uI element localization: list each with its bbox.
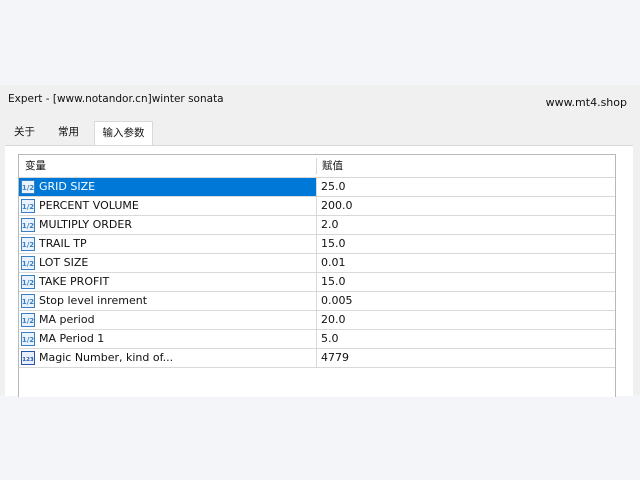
tab-inputs[interactable]: 输入参数 xyxy=(94,121,153,145)
parameter-value-cell[interactable]: 200.0 xyxy=(316,197,615,215)
watermark-text: www.mt4.shop xyxy=(545,96,627,109)
svg-text:1/2: 1/2 xyxy=(22,298,34,306)
double-type-icon: 1/2 xyxy=(21,256,35,270)
parameter-value-cell[interactable]: 4779 xyxy=(316,349,615,367)
parameter-name-cell[interactable]: 1/2 Stop level inrement xyxy=(19,292,316,310)
table-row[interactable]: 1/2 LOT SIZE 0.01 xyxy=(19,254,615,273)
parameter-value-cell[interactable]: 15.0 xyxy=(316,273,615,291)
parameter-value-cell[interactable]: 5.0 xyxy=(316,330,615,348)
table-row[interactable]: 1/2 PERCENT VOLUME 200.0 xyxy=(19,197,615,216)
column-header-variable[interactable]: 变量 xyxy=(25,155,46,177)
svg-text:1/2: 1/2 xyxy=(22,336,34,344)
column-header-value[interactable]: 赋值 xyxy=(322,155,343,177)
table-body: 1/2 GRID SIZE 25.0 1/2 PERCENT VOLUME 200.0 1/… xyxy=(19,178,615,368)
parameter-name-cell[interactable]: 123 Magic Number, kind of... xyxy=(19,349,316,367)
svg-text:1/2: 1/2 xyxy=(22,260,34,268)
inputs-panel: 变量 赋值 1/2 GRID SIZE 25.0 1/2 PERCENT VOLUME 2… xyxy=(5,145,633,397)
parameter-name-cell[interactable]: 1/2 GRID SIZE xyxy=(19,178,316,196)
tab-common[interactable]: 常用 xyxy=(51,121,86,144)
parameters-table: 变量 赋值 1/2 GRID SIZE 25.0 1/2 PERCENT VOLUME 2… xyxy=(18,154,616,397)
parameter-name-cell[interactable]: 1/2 MA Period 1 xyxy=(19,330,316,348)
double-type-icon: 1/2 xyxy=(21,199,35,213)
parameter-name: GRID SIZE xyxy=(39,180,96,193)
double-type-icon: 1/2 xyxy=(21,180,35,194)
parameter-value-cell[interactable]: 0.005 xyxy=(316,292,615,310)
parameter-name-cell[interactable]: 1/2 TAKE PROFIT xyxy=(19,273,316,291)
table-row[interactable]: 1/2 GRID SIZE 25.0 xyxy=(19,178,615,197)
parameter-name: Magic Number, kind of... xyxy=(39,351,174,364)
svg-text:1/2: 1/2 xyxy=(22,203,34,211)
parameter-name-cell[interactable]: 1/2 MULTIPLY ORDER xyxy=(19,216,316,234)
title-bar: Expert - [www.notandor.cn]winter sonata … xyxy=(0,85,640,119)
svg-text:1/2: 1/2 xyxy=(22,222,34,230)
parameter-name: LOT SIZE xyxy=(39,256,89,269)
svg-text:123: 123 xyxy=(22,357,34,363)
table-row[interactable]: 1/2 TAKE PROFIT 15.0 xyxy=(19,273,615,292)
double-type-icon: 1/2 xyxy=(21,294,35,308)
double-type-icon: 1/2 xyxy=(21,218,35,232)
double-type-icon: 1/2 xyxy=(21,275,35,289)
parameter-name-cell[interactable]: 1/2 MA period xyxy=(19,311,316,329)
column-divider[interactable] xyxy=(316,158,317,174)
window-title: Expert - [www.notandor.cn]winter sonata xyxy=(8,93,224,105)
parameter-name: MA Period 1 xyxy=(39,332,105,345)
parameter-name: MA period xyxy=(39,313,95,326)
table-row[interactable]: 1/2 TRAIL TP 15.0 xyxy=(19,235,615,254)
svg-text:1/2: 1/2 xyxy=(22,184,34,192)
table-row[interactable]: 123 Magic Number, kind of... 4779 xyxy=(19,349,615,368)
parameter-name: TRAIL TP xyxy=(39,237,87,250)
integer-type-icon: 123 xyxy=(21,351,35,365)
parameter-name: TAKE PROFIT xyxy=(39,275,110,288)
svg-text:1/2: 1/2 xyxy=(22,241,34,249)
parameter-value-cell[interactable]: 15.0 xyxy=(316,235,615,253)
parameter-name-cell[interactable]: 1/2 TRAIL TP xyxy=(19,235,316,253)
parameter-name: MULTIPLY ORDER xyxy=(39,218,133,231)
parameter-name: PERCENT VOLUME xyxy=(39,199,139,212)
svg-text:1/2: 1/2 xyxy=(22,279,34,287)
table-row[interactable]: 1/2 MA Period 1 5.0 xyxy=(19,330,615,349)
table-row[interactable]: 1/2 Stop level inrement 0.005 xyxy=(19,292,615,311)
parameter-name-cell[interactable]: 1/2 LOT SIZE xyxy=(19,254,316,272)
table-header: 变量 赋值 xyxy=(19,155,615,178)
double-type-icon: 1/2 xyxy=(21,237,35,251)
parameter-value-cell[interactable]: 25.0 xyxy=(316,178,615,196)
tab-about[interactable]: 关于 xyxy=(7,121,42,144)
svg-text:1/2: 1/2 xyxy=(22,317,34,325)
parameter-value-cell[interactable]: 20.0 xyxy=(316,311,615,329)
table-row[interactable]: 1/2 MULTIPLY ORDER 2.0 xyxy=(19,216,615,235)
expert-properties-window: Expert - [www.notandor.cn]winter sonata … xyxy=(0,85,640,397)
parameter-value-cell[interactable]: 0.01 xyxy=(316,254,615,272)
table-row[interactable]: 1/2 MA period 20.0 xyxy=(19,311,615,330)
parameter-name-cell[interactable]: 1/2 PERCENT VOLUME xyxy=(19,197,316,215)
parameter-name: Stop level inrement xyxy=(39,294,148,307)
double-type-icon: 1/2 xyxy=(21,332,35,346)
parameter-value-cell[interactable]: 2.0 xyxy=(316,216,615,234)
double-type-icon: 1/2 xyxy=(21,313,35,327)
